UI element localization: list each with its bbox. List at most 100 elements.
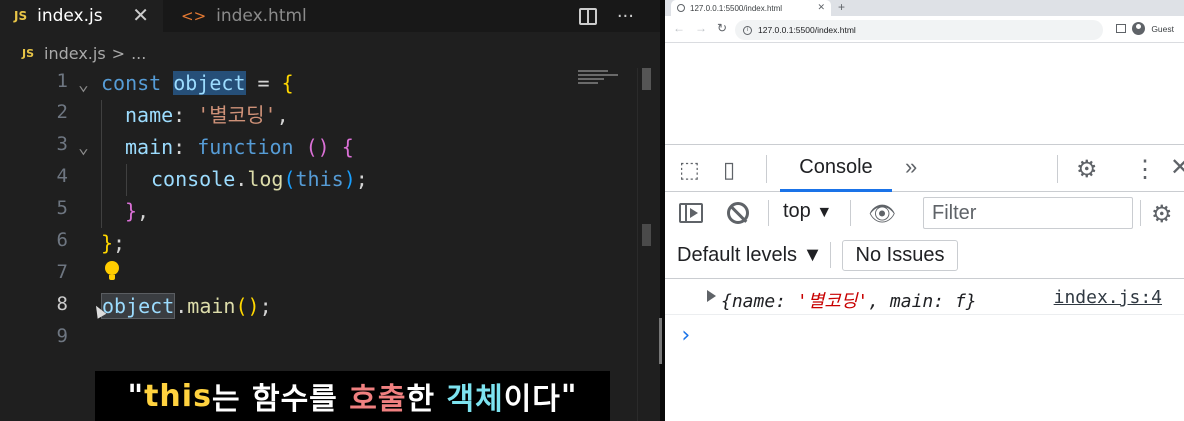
side-panel-icon[interactable] (1116, 24, 1127, 33)
browser-tab[interactable]: 127.0.0.1:5500/index.html ✕ (671, 0, 831, 16)
filter-input[interactable]: Filter (923, 197, 1133, 229)
punctuation: ; (355, 167, 368, 191)
js-file-icon: JS (14, 9, 28, 23)
browser-tab-strip: 127.0.0.1:5500/index.html ✕ + (665, 0, 1184, 16)
subtitle-this: this (144, 378, 212, 414)
log-source-link[interactable]: index.js:4 (1054, 287, 1162, 308)
tab-label: index.html (216, 6, 307, 26)
sidebar-toggle-icon[interactable] (679, 203, 703, 223)
eye-icon[interactable]: 👁 (868, 201, 896, 227)
reload-icon[interactable]: ↻ (717, 21, 727, 35)
bracket: { (329, 135, 354, 159)
operator: : (173, 135, 198, 159)
code-editor: JS index.js ✕ <> index.html ··· JS index… (0, 0, 660, 421)
breadcrumb-separator: > (111, 44, 126, 63)
context-selector[interactable]: top ▼ (783, 200, 832, 223)
code-line-6[interactable]: }; (101, 228, 125, 258)
subtitle-text: 이다 (503, 382, 561, 417)
code-line-8[interactable]: object.main(); (101, 291, 272, 321)
device-toolbar-icon[interactable]: ▯ (723, 157, 735, 183)
dropdown-arrow-icon: ▼ (816, 204, 833, 221)
code-line-3[interactable]: main: function () { (125, 132, 354, 162)
forward-arrow-icon[interactable]: → (695, 21, 707, 35)
subtitle-call: 호출 (349, 382, 407, 417)
info-icon[interactable]: i (743, 25, 752, 35)
console-levels-bar: Default levels ▼ No Issues (665, 232, 1184, 279)
kebab-menu-icon[interactable]: ⋮ (1133, 155, 1157, 184)
subtitle-text: 한 (406, 382, 447, 417)
bracket: { (281, 71, 294, 95)
divider (768, 200, 769, 226)
inspect-element-icon[interactable]: ⬚ (679, 157, 700, 183)
bracket: } (125, 199, 138, 223)
scrollbar-thumb[interactable] (642, 68, 651, 90)
string-literal: '별코딩' (197, 103, 277, 127)
divider (766, 155, 767, 183)
identifier-highlighted: object (173, 71, 246, 95)
context-value: top (783, 200, 811, 222)
profile-label[interactable]: Guest (1151, 24, 1174, 34)
subtitle-quote: " (560, 378, 578, 414)
devtools-tab-bar: ⬚ ▯ Console » ⚙ ⋮ ✕ (665, 145, 1184, 192)
close-icon[interactable]: ✕ (1170, 153, 1184, 182)
new-tab-button[interactable]: + (838, 0, 845, 14)
close-icon[interactable]: ✕ (132, 3, 149, 27)
subtitle-quote: " (127, 378, 145, 414)
operator: = (245, 71, 282, 95)
lightbulb-icon[interactable] (104, 261, 120, 281)
divider (850, 200, 851, 226)
punctuation: ; (113, 231, 126, 255)
line-number: 7 (56, 261, 68, 283)
line-number: 2 (56, 101, 68, 123)
indent-guide (126, 164, 127, 196)
editor-tab-bar: JS index.js ✕ <> index.html ··· (0, 0, 660, 32)
breadcrumb-symbol[interactable]: ... (131, 44, 146, 63)
operator: : (173, 103, 198, 127)
divider (1057, 155, 1058, 183)
breadcrumb-file[interactable]: index.js (44, 44, 106, 63)
tab-index-html[interactable]: <> index.html (163, 0, 313, 32)
fold-chevron-icon[interactable]: ⌄ (78, 137, 89, 158)
address-bar[interactable]: i 127.0.0.1:5500/index.html (735, 20, 1103, 40)
fold-chevron-icon[interactable]: ⌄ (78, 74, 89, 95)
back-arrow-icon[interactable]: ← (673, 21, 685, 35)
expand-triangle-icon[interactable] (707, 290, 716, 302)
bracket: } (101, 231, 114, 255)
console-prompt[interactable]: › (679, 323, 692, 348)
bracket: () (293, 135, 330, 159)
tab-label: index.js (37, 6, 103, 26)
code-line-1[interactable]: const object = { (101, 68, 294, 98)
scrollbar-thumb[interactable] (642, 224, 651, 246)
line-number: 1 (56, 70, 68, 92)
avatar[interactable] (1132, 22, 1146, 35)
punctuation: ; (259, 294, 272, 318)
clear-console-icon[interactable] (727, 202, 749, 224)
identifier-selected: object (101, 293, 176, 319)
punctuation: , (276, 103, 289, 127)
split-editor-icon[interactable] (578, 7, 597, 25)
close-icon[interactable]: ✕ (817, 2, 825, 13)
function-name: log (247, 167, 284, 191)
pane-resize-handle[interactable] (659, 318, 662, 364)
devtools-panel: ⬚ ▯ Console » ⚙ ⋮ ✕ top ▼ 👁 Filter ⚙ Def… (665, 144, 1184, 421)
more-actions-icon[interactable]: ··· (617, 6, 634, 27)
issues-button[interactable]: No Issues (842, 240, 958, 271)
more-tabs-icon[interactable]: » (905, 154, 917, 180)
url-text: 127.0.0.1:5500/index.html (758, 25, 856, 35)
breadcrumb: JS index.js > ... (22, 44, 146, 63)
minimap[interactable] (578, 70, 636, 88)
line-number: 4 (56, 165, 68, 187)
log-levels-dropdown[interactable]: Default levels ▼ (677, 244, 822, 267)
code-line-2[interactable]: name: '별코딩', (125, 100, 289, 130)
line-number-current: 8 (56, 293, 68, 315)
tab-console[interactable]: Console (780, 145, 892, 192)
gear-icon[interactable]: ⚙ (1076, 155, 1098, 184)
code-line-5[interactable]: }, (125, 196, 149, 226)
divider (1140, 200, 1141, 226)
console-log-entry[interactable]: {name: '별코딩', main: f} index.js:4 (665, 279, 1184, 315)
code-line-4[interactable]: console.log(this); (151, 164, 368, 194)
line-number: 6 (56, 229, 68, 251)
tab-index-js[interactable]: JS index.js ✕ (0, 0, 163, 32)
video-subtitle: " this 는 함수를 호출 한 객체 이다 " (95, 371, 610, 421)
gear-icon[interactable]: ⚙ (1151, 200, 1173, 229)
